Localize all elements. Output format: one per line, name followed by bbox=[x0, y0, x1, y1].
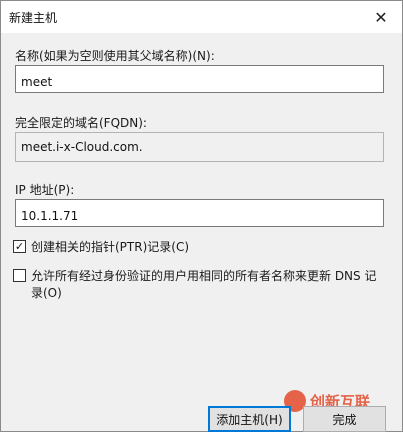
title-bar: 新建主机 ✕ bbox=[1, 1, 402, 33]
name-label: 名称(如果为空则使用其父域名称)(N): bbox=[15, 49, 215, 63]
ptr-checkbox-row[interactable]: ✓ 创建相关的指针(PTR)记录(C) bbox=[13, 239, 189, 256]
close-icon: ✕ bbox=[374, 7, 388, 27]
fqdn-field: meet.i-x-Cloud.com. bbox=[15, 132, 384, 162]
name-input[interactable] bbox=[15, 65, 384, 93]
ptr-checkbox[interactable]: ✓ bbox=[13, 240, 26, 253]
new-host-dialog: 新建主机 ✕ 名称(如果为空则使用其父域名称)(N): 完全限定的域名(FQDN… bbox=[0, 0, 403, 432]
close-button[interactable]: ✕ bbox=[360, 1, 402, 33]
ip-label: IP 地址(P): bbox=[15, 183, 75, 197]
dns-checkbox-label: 允许所有经过身份验证的用户用相同的所有者名称来更新 DNS 记录(O) bbox=[31, 269, 377, 300]
done-button[interactable]: 完成 bbox=[303, 406, 386, 432]
fqdn-label: 完全限定的域名(FQDN): bbox=[15, 116, 147, 130]
dns-checkbox-row[interactable]: 允许所有经过身份验证的用户用相同的所有者名称来更新 DNS 记录(O) bbox=[13, 268, 383, 302]
ptr-checkbox-label: 创建相关的指针(PTR)记录(C) bbox=[31, 240, 190, 254]
add-host-button[interactable]: 添加主机(H) bbox=[208, 406, 291, 432]
ip-input[interactable] bbox=[15, 199, 384, 227]
dialog-title: 新建主机 bbox=[9, 11, 58, 25]
dns-checkbox[interactable] bbox=[13, 269, 26, 282]
